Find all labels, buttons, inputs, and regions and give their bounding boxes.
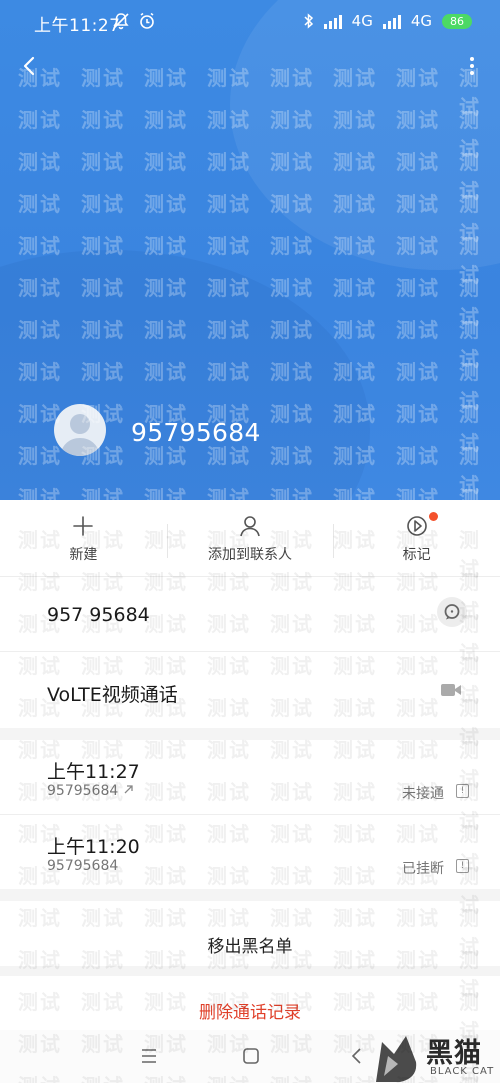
watermark-text: 测试 bbox=[18, 906, 62, 930]
call-time: 上午11:27 bbox=[47, 761, 140, 783]
call-status: 未接通 bbox=[402, 786, 444, 802]
mark-button[interactable]: 标记 bbox=[333, 500, 500, 576]
delete-call-log-button[interactable]: 删除通话记录 bbox=[0, 998, 500, 1023]
info-icon: ! bbox=[456, 859, 469, 873]
watermark-text: 测试 bbox=[333, 906, 377, 930]
bluetooth-icon bbox=[304, 13, 313, 29]
message-bubble-icon bbox=[444, 604, 460, 620]
default-person-icon bbox=[60, 414, 100, 456]
logo-subtext: BLACK CAT bbox=[430, 1066, 495, 1077]
formatted-number: 957 95684 bbox=[47, 604, 150, 626]
outgoing-arrow-icon bbox=[124, 785, 133, 794]
person-icon bbox=[240, 516, 260, 537]
phone-number-row[interactable]: 957 95684 bbox=[0, 577, 500, 651]
call-log-item[interactable]: 上午11:27 95795684 未接通 ! bbox=[0, 740, 500, 814]
home-icon[interactable] bbox=[239, 1044, 263, 1068]
signal-icon bbox=[382, 13, 401, 29]
back-icon[interactable] bbox=[345, 1044, 369, 1068]
network-type: 4G bbox=[351, 12, 373, 30]
plus-icon bbox=[73, 516, 94, 536]
call-status: 已挂断 bbox=[402, 861, 444, 877]
mute-bell-icon bbox=[113, 13, 129, 30]
watermark-text: 测试 bbox=[270, 906, 314, 930]
status-bar: 上午11:27 4G 4G 86 bbox=[0, 0, 500, 44]
logo-text: 黑猫 bbox=[426, 1038, 482, 1069]
alarm-clock-icon bbox=[140, 12, 154, 29]
call-number: 95795684 bbox=[47, 783, 119, 799]
signal-icon bbox=[323, 13, 342, 29]
watermark-text: 测试 bbox=[396, 906, 440, 930]
watermark-text: 测试 bbox=[81, 906, 125, 930]
more-options-icon[interactable] bbox=[466, 54, 478, 78]
volte-label: VoLTE视频通话 bbox=[47, 684, 178, 706]
network-type: 4G bbox=[410, 12, 432, 30]
new-contact-button[interactable]: 新建 bbox=[0, 500, 167, 576]
contact-number-title: 95795684 bbox=[131, 418, 261, 447]
back-arrow-icon[interactable] bbox=[18, 54, 42, 78]
action-label: 新建 bbox=[69, 547, 98, 563]
info-icon: ! bbox=[456, 784, 469, 798]
watermark-text: 测试 bbox=[207, 906, 251, 930]
action-label: 标记 bbox=[402, 547, 431, 563]
notification-dot bbox=[428, 512, 438, 521]
section-gap bbox=[0, 889, 500, 901]
battery-indicator: 86 bbox=[442, 13, 472, 29]
call-number: 95795684 bbox=[47, 858, 119, 874]
message-button[interactable] bbox=[437, 597, 467, 627]
volte-video-call-row[interactable]: VoLTE视频通话 bbox=[0, 652, 500, 728]
section-gap bbox=[0, 728, 500, 740]
avatar bbox=[54, 404, 106, 456]
contact-header: 上午11:27 4G 4G 86 95795684 bbox=[0, 0, 500, 500]
tag-icon bbox=[406, 516, 427, 536]
watermark-text: 测试 bbox=[144, 906, 188, 930]
menu-icon[interactable] bbox=[137, 1044, 161, 1068]
action-bar: 新建 添加到联系人 标记 bbox=[0, 500, 500, 577]
action-label: 添加到联系人 bbox=[208, 547, 292, 563]
status-time: 上午11:27 bbox=[34, 16, 121, 36]
add-to-contacts-button[interactable]: 添加到联系人 bbox=[166, 500, 334, 576]
remove-from-blacklist-button[interactable]: 移出黑名单 bbox=[0, 932, 500, 957]
section-gap bbox=[0, 966, 500, 976]
call-log-item[interactable]: 上午11:20 95795684 已挂断 ! bbox=[0, 815, 500, 889]
video-camera-icon[interactable] bbox=[440, 681, 462, 699]
call-time: 上午11:20 bbox=[47, 836, 140, 858]
header-decoration bbox=[0, 250, 370, 500]
